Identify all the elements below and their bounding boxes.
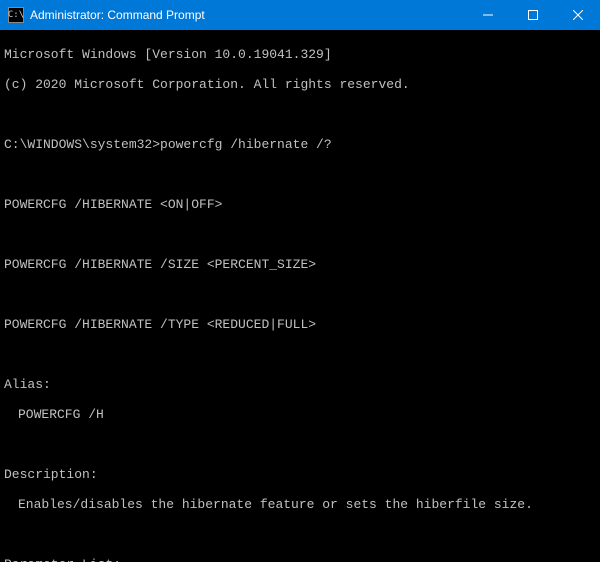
close-icon <box>573 10 583 20</box>
alias-value: POWERCFG /H <box>4 407 596 422</box>
usage-line: POWERCFG /HIBERNATE /SIZE <PERCENT_SIZE> <box>4 257 596 272</box>
titlebar[interactable]: C:\ Administrator: Command Prompt <box>0 0 600 30</box>
description-text: Enables/disables the hibernate feature o… <box>4 497 596 512</box>
command-prompt-window: C:\ Administrator: Command Prompt Micros… <box>0 0 600 562</box>
alias-header: Alias: <box>4 377 596 392</box>
prompt-line: C:\WINDOWS\system32>powercfg /hibernate … <box>4 137 596 152</box>
window-title: Administrator: Command Prompt <box>30 8 465 22</box>
blank-line <box>4 347 596 362</box>
command-text: powercfg /hibernate /? <box>160 137 332 152</box>
description-header: Description: <box>4 467 596 482</box>
minimize-icon <box>483 10 493 20</box>
minimize-button[interactable] <box>465 0 510 30</box>
blank-line <box>4 227 596 242</box>
version-text: Microsoft Windows [Version 10.0.19041.32… <box>4 47 596 62</box>
blank-line <box>4 287 596 302</box>
parameter-header: Parameter List: <box>4 557 596 562</box>
blank-line <box>4 437 596 452</box>
close-button[interactable] <box>555 0 600 30</box>
terminal-output[interactable]: Microsoft Windows [Version 10.0.19041.32… <box>0 30 600 562</box>
copyright-text: (c) 2020 Microsoft Corporation. All righ… <box>4 77 596 92</box>
maximize-icon <box>528 10 538 20</box>
maximize-button[interactable] <box>510 0 555 30</box>
usage-line: POWERCFG /HIBERNATE /TYPE <REDUCED|FULL> <box>4 317 596 332</box>
blank-line <box>4 167 596 182</box>
blank-line <box>4 527 596 542</box>
window-controls <box>465 0 600 30</box>
cmd-icon: C:\ <box>8 7 24 23</box>
blank-line <box>4 107 596 122</box>
prompt-text: C:\WINDOWS\system32> <box>4 137 160 152</box>
usage-line: POWERCFG /HIBERNATE <ON|OFF> <box>4 197 596 212</box>
